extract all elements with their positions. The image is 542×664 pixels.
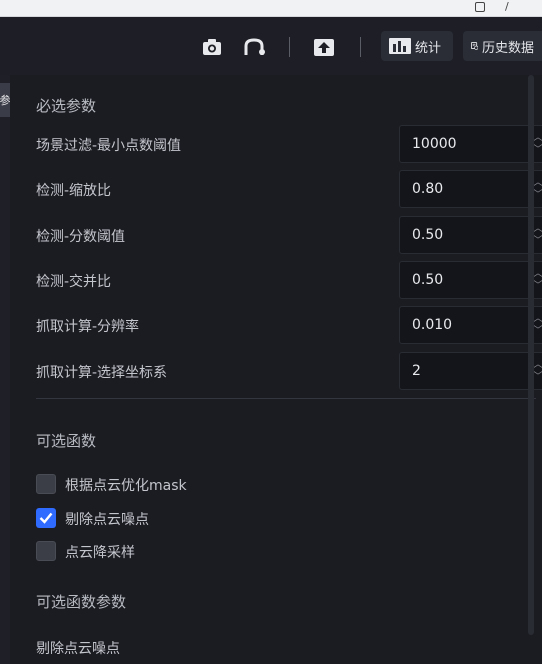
- input-value: 0.010: [412, 317, 453, 333]
- param-label: 检测-交并比: [36, 274, 112, 290]
- bar-chart-icon: [389, 38, 411, 54]
- param-label: 场景过滤-最小点数阈值: [36, 138, 182, 154]
- input-value: 0.50: [412, 272, 444, 288]
- side-tab-params[interactable]: 参: [0, 83, 10, 117]
- chevron-up-icon[interactable]: ︿: [533, 177, 542, 189]
- chevron-down-icon[interactable]: ﹀: [533, 325, 542, 337]
- optional-params-title: 可选函数参数: [36, 593, 127, 611]
- left-side-strip: [0, 75, 10, 664]
- param-label: 检测-缩放比: [36, 183, 112, 199]
- chevron-up-icon[interactable]: ︿: [533, 132, 542, 144]
- toolbar-divider: [360, 37, 361, 57]
- checkmark-icon: [39, 512, 53, 524]
- checkbox-label: 点云降采样: [65, 545, 135, 561]
- param-label: 抓取计算-选择坐标系: [36, 365, 168, 381]
- toolbar-divider: [289, 37, 290, 57]
- toolbar: 统计 历史数据: [0, 17, 542, 75]
- coordinate-system-input[interactable]: 2 ︿ ﹀: [399, 352, 542, 390]
- chevron-up-icon[interactable]: ︿: [533, 313, 542, 325]
- upload-icon[interactable]: [313, 36, 335, 58]
- side-tab-label: 参: [0, 94, 10, 107]
- required-params-title: 必选参数: [36, 97, 97, 115]
- param-label: 检测-分数阈值: [36, 229, 126, 245]
- window-copy-icon[interactable]: [475, 2, 485, 12]
- input-value: 10000: [412, 136, 457, 152]
- chevron-up-icon[interactable]: ︿: [533, 223, 542, 235]
- chevron-down-icon[interactable]: ﹀: [533, 189, 542, 201]
- optimize-mask-checkbox[interactable]: [36, 474, 56, 494]
- stats-button-label: 统计: [415, 40, 442, 56]
- subsection-title: 剔除点云噪点: [36, 641, 120, 657]
- scale-ratio-input[interactable]: 0.80 ︿ ﹀: [399, 170, 542, 208]
- checkbox-label: 根据点云优化mask: [65, 478, 187, 494]
- chevron-down-icon[interactable]: ﹀: [533, 235, 542, 247]
- resolution-input[interactable]: 0.010 ︿ ﹀: [399, 306, 542, 344]
- iou-input[interactable]: 0.50 ︿ ﹀: [399, 261, 542, 299]
- chevron-down-icon[interactable]: ﹀: [533, 280, 542, 292]
- chevron-up-icon[interactable]: ︿: [533, 359, 542, 371]
- window-slash-icon[interactable]: /: [505, 0, 509, 13]
- optional-functions-title: 可选函数: [36, 432, 97, 450]
- chevron-down-icon[interactable]: ﹀: [533, 371, 542, 383]
- camera-icon[interactable]: [201, 36, 223, 58]
- chevron-up-icon[interactable]: ︿: [533, 268, 542, 280]
- param-label: 抓取计算-分辨率: [36, 319, 140, 335]
- input-value: 0.50: [412, 227, 444, 243]
- history-icon: [471, 42, 478, 50]
- min-points-threshold-input[interactable]: 10000 ︿ ﹀: [399, 125, 542, 163]
- section-divider: [36, 398, 536, 399]
- history-data-button[interactable]: 历史数据: [463, 31, 542, 61]
- route-icon[interactable]: [243, 36, 265, 58]
- window-top-strip: /: [0, 0, 542, 17]
- input-value: 0.80: [412, 181, 444, 197]
- input-value: 2: [412, 363, 421, 379]
- params-panel: 必选参数 场景过滤-最小点数阈值 10000 ︿ ﹀ 检测-缩放比 0.80 ︿ ﹀…: [10, 75, 542, 664]
- history-data-button-label: 历史数据: [481, 40, 534, 56]
- checkbox-label: 剔除点云噪点: [65, 512, 149, 528]
- remove-noise-checkbox[interactable]: [36, 508, 56, 528]
- score-threshold-input[interactable]: 0.50 ︿ ﹀: [399, 216, 542, 254]
- scrollbar[interactable]: [528, 75, 534, 635]
- downsample-checkbox[interactable]: [36, 541, 56, 561]
- stats-button[interactable]: 统计: [381, 31, 453, 61]
- chevron-down-icon[interactable]: ﹀: [533, 144, 542, 156]
